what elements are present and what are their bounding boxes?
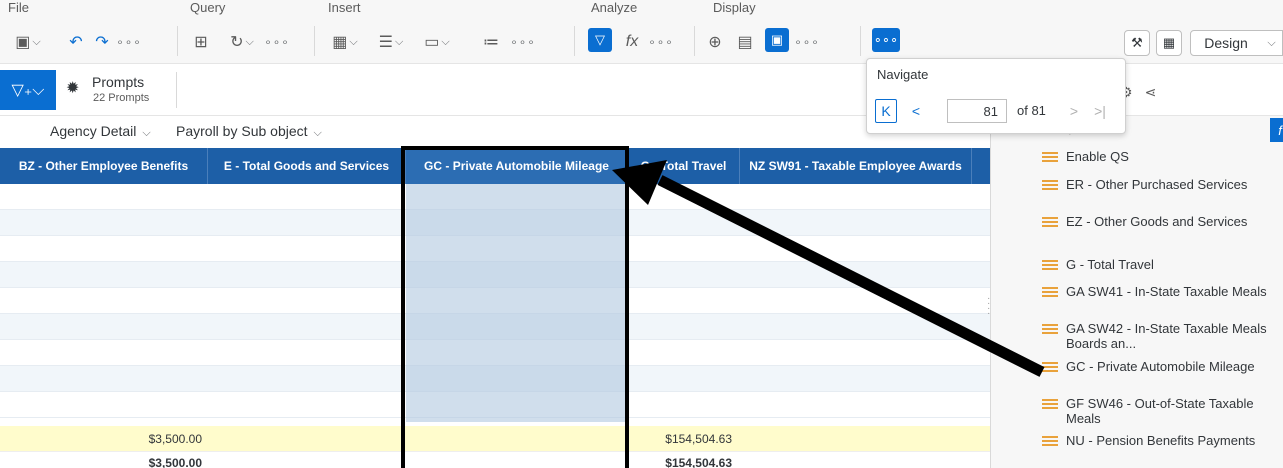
more-options-icon[interactable]: ∘∘∘: [872, 28, 900, 52]
measure-icon: [1042, 362, 1058, 372]
measure-icon: [1042, 436, 1058, 446]
refresh-icon[interactable]: ↻ ⌵: [224, 30, 260, 54]
field-item[interactable]: ER - Other Purchased Services: [1042, 177, 1276, 192]
column-header[interactable]: BZ - Other Employee Benefits: [0, 148, 208, 184]
analyze-more-icon[interactable]: ∘∘∘: [648, 30, 673, 54]
measure-icon: [1042, 399, 1058, 409]
toolbar-separator: [314, 26, 315, 56]
page-count-label: of 81: [1017, 103, 1046, 118]
toolbar-separator: [694, 26, 695, 56]
design-mode-button[interactable]: Design: [1190, 30, 1262, 56]
next-page-button[interactable]: >: [1063, 99, 1085, 123]
tab-payroll-by-sub-object[interactable]: Payroll by Sub object ⌵: [176, 123, 322, 140]
measure-icon: [1042, 260, 1058, 270]
report-tabs: Agency Detail ⌵ Payroll by Sub object ⌵: [0, 116, 990, 148]
query-more-icon[interactable]: ∘∘∘: [264, 30, 289, 54]
formula-icon[interactable]: f: [1270, 118, 1283, 142]
prompts-icon[interactable]: ✹: [66, 78, 79, 98]
measure-icon: [1042, 180, 1058, 190]
first-page-button[interactable]: K: [875, 99, 897, 123]
field-item[interactable]: Enable QS: [1042, 149, 1276, 164]
page-number-input[interactable]: [947, 99, 1007, 123]
navigate-title: Navigate: [877, 67, 929, 82]
previous-page-button[interactable]: <: [905, 99, 927, 123]
field-item[interactable]: GC - Private Automobile Mileage: [1042, 359, 1276, 374]
filter-icon[interactable]: ▽: [588, 28, 612, 52]
display-more-icon[interactable]: ∘∘∘: [794, 30, 819, 54]
app-window: File Query Insert Analyze Display ▣ ⌵ ↶ ↷…: [0, 0, 1283, 468]
toolbar-separator: [574, 26, 575, 56]
prompts-title[interactable]: Prompts: [92, 74, 144, 90]
structure-icon[interactable]: ▣: [765, 28, 789, 52]
grand-total-g-value: $154,504.63: [665, 456, 732, 468]
redo-icon[interactable]: ↷: [92, 30, 112, 54]
toolbar-group-query: Query: [190, 0, 226, 15]
toolbar-group-display: Display: [713, 0, 756, 15]
chevron-down-icon[interactable]: ⌵: [1261, 30, 1283, 56]
page-layout-icon[interactable]: ▤: [734, 30, 756, 54]
field-item[interactable]: G - Total Travel: [1042, 257, 1276, 272]
field-item[interactable]: GF SW46 - Out-of-State Taxable Meals: [1042, 396, 1276, 426]
column-header[interactable]: E - Total Goods and Services: [208, 148, 406, 184]
insert-table-icon[interactable]: ▦ ⌵: [328, 30, 362, 54]
measure-icon: [1042, 287, 1058, 297]
toolbar-group-analyze: Analyze: [591, 0, 638, 15]
total-g-value: $154,504.63: [665, 432, 732, 446]
measure-icon: [1042, 152, 1058, 162]
toolbar-group-file: File: [8, 0, 29, 15]
formula-icon[interactable]: fx: [622, 30, 642, 54]
column-header[interactable]: G - Total Travel: [628, 148, 740, 184]
filter-bar-button[interactable]: ▽₊⌵: [0, 70, 56, 110]
insert-chart-icon[interactable]: ☰ ⌵: [374, 30, 408, 54]
insert-list-icon[interactable]: ≔: [480, 30, 502, 54]
grand-total-bz-value: $3,500.00: [148, 456, 202, 468]
insert-more-icon[interactable]: ∘∘∘: [510, 30, 535, 54]
field-item[interactable]: EZ - Other Goods and Services: [1042, 214, 1276, 229]
save-icon[interactable]: ▣ ⌵: [10, 30, 46, 54]
column-header[interactable]: NZ SW91 - Taxable Employee Awards: [740, 148, 972, 184]
field-item[interactable]: GA SW42 - In-State Taxable Meals Boards …: [1042, 321, 1276, 351]
last-page-button[interactable]: >|: [1089, 99, 1111, 123]
clipboard-icon[interactable]: ▦: [1156, 30, 1182, 56]
main-toolbar: File Query Insert Analyze Display ▣ ⌵ ↶ ↷…: [0, 0, 1283, 64]
total-bz-value: $3,500.00: [148, 432, 202, 446]
field-item[interactable]: GA SW41 - In-State Taxable Meals: [1042, 284, 1276, 299]
share-icon[interactable]: ⋖: [1145, 84, 1157, 101]
annotation-box: [401, 146, 629, 468]
undo-icon[interactable]: ↶: [66, 30, 86, 54]
tools-icon[interactable]: ⚒: [1124, 30, 1150, 56]
toolbar-separator: [177, 26, 178, 56]
toolbar-separator: [860, 26, 861, 56]
query-icon[interactable]: ⊞: [190, 30, 212, 54]
zoom-icon[interactable]: ⊕: [704, 30, 726, 54]
prompts-count: 22 Prompts: [93, 92, 150, 104]
measure-icon: [1042, 217, 1058, 227]
navigate-popover: Navigate K < of 81 > >|: [866, 58, 1126, 134]
file-more-icon[interactable]: ∘∘∘: [116, 30, 141, 54]
toolbar-group-insert: Insert: [328, 0, 361, 15]
measure-icon: [1042, 324, 1058, 334]
insert-text-icon[interactable]: ▭ ⌵: [420, 30, 454, 54]
field-item[interactable]: NU - Pension Benefits Payments: [1042, 433, 1276, 448]
prompt-separator: [176, 72, 177, 108]
tab-agency-detail[interactable]: Agency Detail ⌵: [50, 123, 151, 140]
